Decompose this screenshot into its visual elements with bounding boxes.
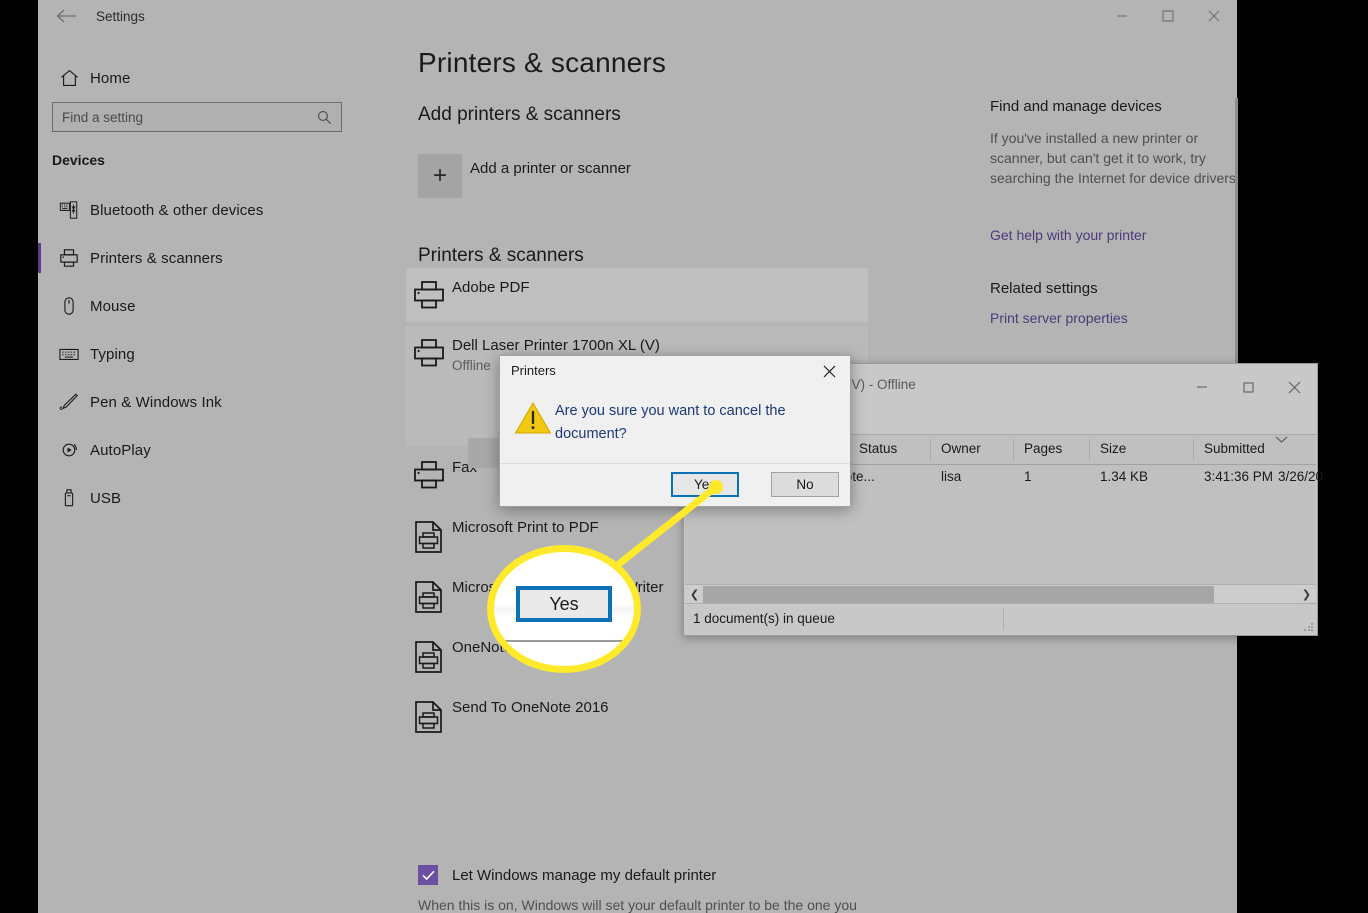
usb-icon [52, 488, 86, 508]
dialog-title-bar: Printers [500, 356, 850, 386]
back-arrow-icon[interactable] [48, 0, 84, 32]
queue-close-icon[interactable] [1271, 364, 1317, 410]
document-printer-icon [406, 632, 452, 673]
no-button[interactable]: No [771, 472, 839, 497]
related-settings-heading: Related settings [990, 280, 1098, 297]
add-section-heading: Add printers & scanners [418, 104, 621, 125]
printer-name: Send To OneNote 2016 [452, 699, 609, 716]
find-devices-body: If you've installed a new printer or sca… [990, 130, 1237, 186]
queue-status-text: 1 document(s) in queue [693, 611, 835, 626]
column-header-pages[interactable]: Pages [1024, 441, 1062, 456]
chevron-right-icon[interactable]: ❯ [1298, 585, 1315, 604]
window-title: Settings [96, 8, 145, 24]
printer-icon [406, 330, 452, 367]
printer-name: Adobe PDF [452, 279, 530, 296]
default-printer-checkbox-label: Let Windows manage my default printer [452, 866, 717, 884]
printer-name: Microsoft Print to PDF [452, 519, 599, 536]
print-server-properties-link[interactable]: Print server properties [990, 310, 1128, 326]
printer-name: Dell Laser Printer 1700n XL (V) [452, 337, 660, 354]
column-header-status[interactable]: Status [859, 441, 897, 456]
sidebar-item-label: Pen & Windows Ink [90, 393, 222, 411]
printer-icon [406, 452, 452, 489]
chevron-up-icon [1275, 435, 1288, 447]
home-icon [52, 69, 86, 87]
cell-submitted-time: 3:41:36 PM [1204, 469, 1274, 484]
add-printer-label: Add a printer or scanner [470, 160, 631, 177]
sidebar-item-label: USB [90, 489, 122, 507]
printer-list-item[interactable]: Adobe PDF [406, 272, 868, 324]
dialog-footer: Yes No [500, 463, 850, 506]
document-printer-icon [406, 572, 452, 613]
window-controls [1099, 0, 1237, 32]
cell-owner: lisa [941, 469, 962, 484]
cell-size: 1.34 KB [1100, 469, 1149, 484]
sidebar-item-home[interactable]: Home [38, 54, 358, 102]
queue-maximize-icon[interactable] [1225, 364, 1271, 410]
printers-section-heading: Printers & scanners [418, 245, 584, 266]
mouse-icon [52, 296, 86, 316]
sidebar-section-heading: Devices [52, 152, 105, 168]
dialog-message: Are you sure you want to cancel the docu… [555, 403, 786, 442]
sidebar-item-usb[interactable]: USB [38, 474, 358, 522]
close-icon[interactable] [1191, 0, 1237, 32]
cell-pages: 1 [1024, 469, 1032, 484]
sidebar-item-label: Typing [90, 345, 135, 363]
plus-icon: + [432, 162, 447, 189]
warning-triangle-icon [514, 401, 552, 435]
default-printer-description: When this is on, Windows will set your d… [418, 897, 857, 913]
document-printer-icon [406, 512, 452, 553]
print-queue-status-bar: 1 document(s) in queue [685, 603, 1316, 634]
column-header-submitted[interactable]: Submitted [1204, 441, 1265, 456]
printer-icon [52, 248, 86, 268]
printer-list-item[interactable]: Send To OneNote 2016 [406, 692, 868, 744]
autoplay-icon [52, 440, 86, 460]
sidebar-item-pen-windows-ink[interactable]: Pen & Windows Ink [38, 378, 358, 426]
dialog-title: Printers [511, 363, 556, 378]
printer-icon [406, 272, 452, 309]
sidebar-item-home-label: Home [90, 69, 131, 87]
search-input[interactable]: Find a setting [52, 102, 342, 132]
sidebar-item-label: Mouse [90, 297, 136, 315]
settings-title-bar: Settings [38, 0, 1237, 32]
column-header-size[interactable]: Size [1100, 441, 1126, 456]
resize-grip-icon[interactable] [1303, 622, 1313, 632]
sidebar-item-autoplay[interactable]: AutoPlay [38, 426, 358, 474]
cell-submitted-date: 3/26/20 [1278, 469, 1324, 484]
add-printer-button[interactable]: + [418, 154, 462, 198]
print-queue-title: (V) - Offline [847, 377, 916, 392]
dialog-body: Are you sure you want to cancel the docu… [500, 386, 850, 474]
sidebar-item-label: AutoPlay [90, 441, 151, 459]
find-devices-heading: Find and manage devices [990, 98, 1162, 115]
settings-sidebar: Home Find a setting Devices Bluetooth & … [38, 32, 358, 913]
sidebar-item-bluetooth-other-devices[interactable]: Bluetooth & other devices [38, 186, 358, 234]
yes-button[interactable]: Yes [671, 472, 739, 497]
dialog-close-icon[interactable] [808, 356, 850, 386]
default-printer-checkbox[interactable]: Let Windows manage my default printer [418, 865, 716, 885]
column-header-owner[interactable]: Owner [941, 441, 981, 456]
checkbox-checked-icon [418, 865, 438, 885]
pen-icon [52, 392, 86, 412]
sidebar-item-printers-scanners[interactable]: Printers & scanners [38, 234, 358, 282]
print-queue-horizontal-scrollbar[interactable]: ❮ ❯ [685, 584, 1316, 604]
minimize-icon[interactable] [1099, 0, 1145, 32]
sidebar-item-mouse[interactable]: Mouse [38, 282, 358, 330]
keyboard-icon [52, 344, 86, 364]
page-title: Printers & scanners [418, 47, 667, 78]
queue-minimize-icon[interactable] [1179, 364, 1225, 410]
search-icon [317, 110, 341, 125]
printers-confirmation-dialog: Printers Are you sure you want to cancel… [499, 355, 851, 507]
sidebar-item-label: Bluetooth & other devices [90, 201, 264, 219]
maximize-icon[interactable] [1145, 0, 1191, 32]
document-printer-icon [406, 692, 452, 733]
scrollbar-thumb[interactable] [703, 586, 1214, 603]
sidebar-item-label: Printers & scanners [90, 249, 223, 267]
print-queue-window-controls [1179, 364, 1317, 410]
magnifier-ring [487, 545, 641, 673]
get-help-link[interactable]: Get help with your printer [990, 227, 1146, 243]
bluetooth-devices-icon [52, 200, 86, 220]
sidebar-item-typing[interactable]: Typing [38, 330, 358, 378]
chevron-left-icon[interactable]: ❮ [686, 585, 703, 604]
search-placeholder: Find a setting [62, 109, 144, 125]
